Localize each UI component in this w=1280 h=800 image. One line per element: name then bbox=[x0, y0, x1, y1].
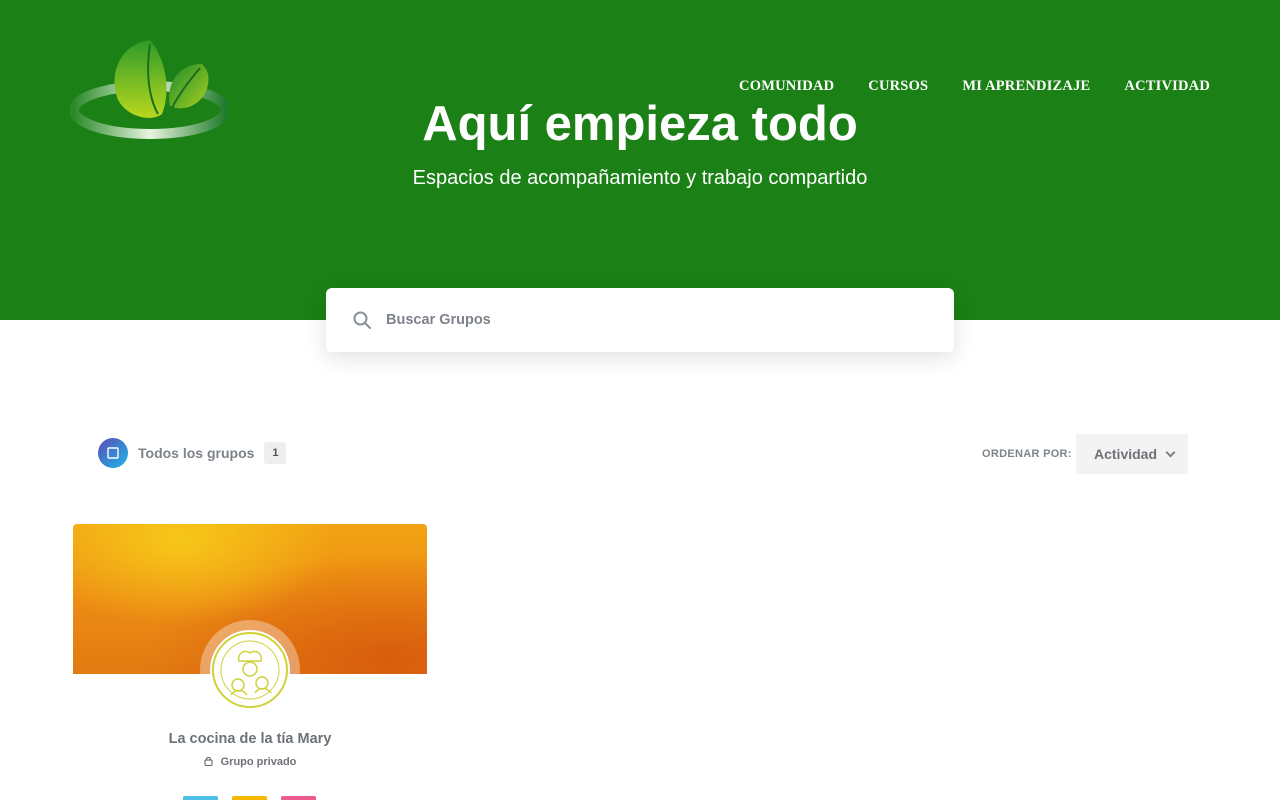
groups-icon bbox=[98, 438, 128, 468]
group-card[interactable]: La cocina de la tía Mary Grupo privado bbox=[73, 524, 427, 800]
order-by-value: Actividad bbox=[1094, 446, 1158, 462]
page-title: Aquí empieza todo bbox=[422, 97, 858, 151]
filter-count-badge: 1 bbox=[264, 442, 287, 464]
member-avatar[interactable] bbox=[232, 796, 267, 800]
main-nav: COMUNIDAD CURSOS MI APRENDIZAJE ACTIVIDA… bbox=[739, 78, 1210, 95]
nav-item-cursos[interactable]: CURSOS bbox=[868, 78, 928, 95]
search-icon[interactable] bbox=[352, 310, 372, 330]
group-privacy: Grupo privado bbox=[73, 756, 427, 768]
group-privacy-label: Grupo privado bbox=[220, 756, 297, 768]
filter-all-groups[interactable]: Todos los grupos 1 bbox=[98, 438, 287, 468]
nav-item-actividad[interactable]: ACTIVIDAD bbox=[1124, 78, 1210, 95]
nav-item-mi-aprendizaje[interactable]: MI APRENDIZAJE bbox=[962, 78, 1090, 95]
member-avatar[interactable] bbox=[281, 796, 316, 800]
hero-banner: COMUNIDAD CURSOS MI APRENDIZAJE ACTIVIDA… bbox=[0, 0, 1280, 320]
order-by-label: ORDENAR POR: bbox=[982, 448, 1072, 460]
lock-icon bbox=[204, 756, 213, 766]
group-logo-image bbox=[212, 632, 288, 708]
search-input[interactable] bbox=[386, 310, 926, 330]
page-subtitle: Espacios de acompañamiento y trabajo com… bbox=[412, 167, 868, 189]
group-member-avatars bbox=[183, 796, 316, 800]
group-name[interactable]: La cocina de la tía Mary bbox=[73, 731, 427, 747]
group-avatar[interactable] bbox=[200, 620, 300, 720]
filter-all-label: Todos los grupos bbox=[138, 445, 255, 461]
member-avatar[interactable] bbox=[183, 796, 218, 800]
chevron-down-icon bbox=[1165, 447, 1176, 458]
order-by-select[interactable]: Actividad bbox=[1076, 434, 1188, 474]
nav-item-comunidad[interactable]: COMUNIDAD bbox=[739, 78, 834, 95]
